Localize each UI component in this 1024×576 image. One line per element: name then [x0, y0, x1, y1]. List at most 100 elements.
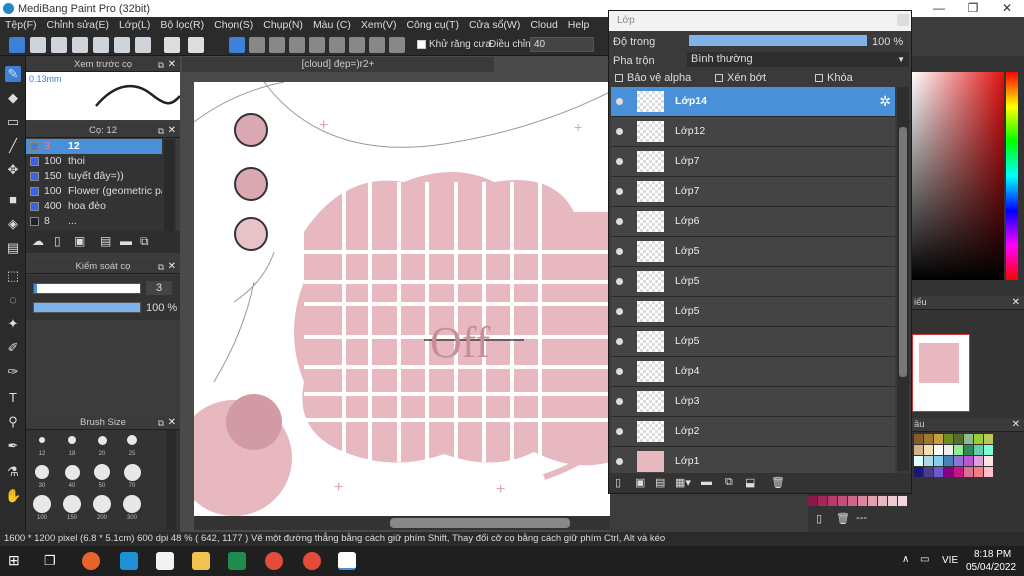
visibility-eye-icon[interactable] [616, 158, 623, 165]
divide-tool-icon[interactable]: ⚲ [5, 414, 21, 430]
redo-icon[interactable] [188, 37, 204, 53]
brush-item[interactable]: 100 thoi [26, 154, 162, 169]
snap-off-icon[interactable] [229, 37, 245, 53]
color-swatch[interactable] [984, 456, 993, 466]
task-view-icon[interactable]: ❐ [44, 553, 56, 569]
color-swatch[interactable] [848, 496, 857, 506]
color-swatch[interactable] [838, 496, 847, 506]
visibility-eye-icon[interactable] [616, 98, 623, 105]
color-swatch[interactable] [924, 434, 933, 444]
chat-icon[interactable] [51, 37, 67, 53]
visibility-eye-icon[interactable] [616, 458, 623, 465]
duplicate-layer-icon[interactable]: ⧉ [725, 476, 733, 489]
clock-date[interactable]: 05/04/2022 [966, 562, 1016, 573]
visibility-eye-icon[interactable] [616, 368, 623, 375]
antialias-checkbox[interactable] [417, 40, 426, 49]
color-swatch[interactable] [924, 467, 933, 477]
start-icon[interactable]: ⊞ [8, 552, 20, 569]
color-picker-square[interactable] [912, 72, 1004, 280]
layer-close-icon[interactable] [897, 14, 909, 26]
drawing-canvas[interactable]: Off + + + + [194, 82, 610, 516]
popout-icon[interactable]: ⧉ [158, 260, 164, 274]
color-swatch[interactable] [944, 445, 953, 455]
color-swatch[interactable] [954, 467, 963, 477]
color-swatch[interactable] [914, 445, 923, 455]
layer-row[interactable]: Lớp14 ✲ [611, 87, 895, 117]
color-swatch[interactable] [984, 445, 993, 455]
color-swatch[interactable] [974, 467, 983, 477]
store-icon[interactable] [156, 552, 174, 570]
merge-layer-icon[interactable]: ⬓ [745, 476, 755, 489]
new-palette-icon[interactable]: ▯ [816, 512, 822, 525]
upload-icon[interactable] [30, 37, 46, 53]
layer-row[interactable]: Lớp2 [611, 417, 895, 447]
line-tool-icon[interactable]: ╱ [5, 138, 21, 154]
layer-row[interactable]: Lớp7 [611, 147, 895, 177]
visibility-eye-icon[interactable] [616, 308, 623, 315]
select-rect-tool-icon[interactable]: ⬚ [5, 268, 21, 284]
size-value[interactable]: 3 [146, 281, 172, 295]
gradient-tool-icon[interactable]: ▤ [5, 240, 21, 256]
cloud-brush-icon[interactable]: ☁ [32, 234, 44, 248]
layer-row[interactable]: Lớp7 [611, 177, 895, 207]
brush-size-preset[interactable] [123, 463, 141, 481]
delete-palette-icon[interactable]: 🗑 [836, 512, 850, 525]
color-swatch[interactable] [954, 434, 963, 444]
chrome-icon[interactable] [265, 552, 283, 570]
color-swatch[interactable] [984, 434, 993, 444]
add-layer-menu-icon[interactable]: ▦▾ [675, 476, 691, 489]
close-panel-icon[interactable]: ✕ [168, 260, 176, 274]
opacity-slider[interactable] [33, 302, 141, 313]
dropper-tool-icon[interactable]: ✒ [5, 438, 21, 454]
snap-vanish-icon[interactable] [289, 37, 305, 53]
layer-row[interactable]: Lớp5 [611, 327, 895, 357]
menu-edit[interactable]: Chỉnh sửa(E) [42, 17, 114, 34]
layer-row[interactable]: Lớp5 [611, 237, 895, 267]
hscroll-thumb[interactable] [390, 518, 570, 528]
folder-icon[interactable]: ▬ [120, 234, 132, 248]
snap-radial-icon[interactable] [309, 37, 325, 53]
snap-circle-icon[interactable] [329, 37, 345, 53]
snap-settings-icon[interactable] [389, 37, 405, 53]
brush-size-preset[interactable] [63, 495, 81, 513]
brush-settings-icon[interactable]: ▤ [100, 234, 111, 248]
color-swatch[interactable] [954, 445, 963, 455]
minimize-button[interactable]: — [922, 0, 956, 17]
visibility-eye-icon[interactable] [616, 428, 623, 435]
layer-row[interactable]: Lớp4 [611, 357, 895, 387]
color-swatch[interactable] [964, 445, 973, 455]
color-swatch[interactable] [964, 456, 973, 466]
color-swatch[interactable] [818, 496, 827, 506]
delete-layer-icon[interactable]: 🗑 [771, 476, 785, 489]
color-swatch[interactable] [964, 467, 973, 477]
color-swatch[interactable] [924, 445, 933, 455]
brush-size-preset[interactable] [35, 465, 49, 479]
menu-help[interactable]: Help [563, 17, 595, 34]
brush-item[interactable]: 400 hoa đèo [26, 199, 162, 214]
text-tool-icon[interactable]: T [5, 390, 21, 406]
visibility-eye-icon[interactable] [616, 128, 623, 135]
brush-item[interactable]: 150 tuyết đây=)) [26, 169, 162, 184]
brush-item[interactable]: 8... [26, 214, 162, 229]
brush-size-preset[interactable] [64, 464, 80, 480]
gear-icon[interactable]: ✲ [879, 93, 891, 110]
visibility-eye-icon[interactable] [616, 248, 623, 255]
new-halftone-layer-icon[interactable]: ▣ [635, 476, 645, 489]
blend-select[interactable]: Bình thường ▼ [687, 52, 909, 67]
hue-slider[interactable] [1006, 72, 1018, 280]
visibility-eye-icon[interactable] [616, 398, 623, 405]
new-8bit-layer-icon[interactable]: ▤ [655, 476, 665, 489]
clock-time[interactable]: 8:18 PM [974, 549, 1011, 560]
bucket-tool-icon[interactable]: ◈ [5, 216, 21, 232]
color-swatch[interactable] [944, 456, 953, 466]
protect-alpha-checkbox[interactable] [615, 74, 623, 82]
layer-row[interactable]: Lớp5 [611, 267, 895, 297]
pages-icon[interactable] [114, 37, 130, 53]
adjust-value-field[interactable]: 40 [530, 37, 594, 52]
grid-icon[interactable] [135, 37, 151, 53]
brush-size-preset[interactable] [33, 495, 51, 513]
chrome-profile-icon[interactable] [303, 552, 321, 570]
page-icon[interactable] [93, 37, 109, 53]
menu-color[interactable]: Màu (C) [308, 17, 356, 34]
layer-row[interactable]: Lớp6 [611, 207, 895, 237]
